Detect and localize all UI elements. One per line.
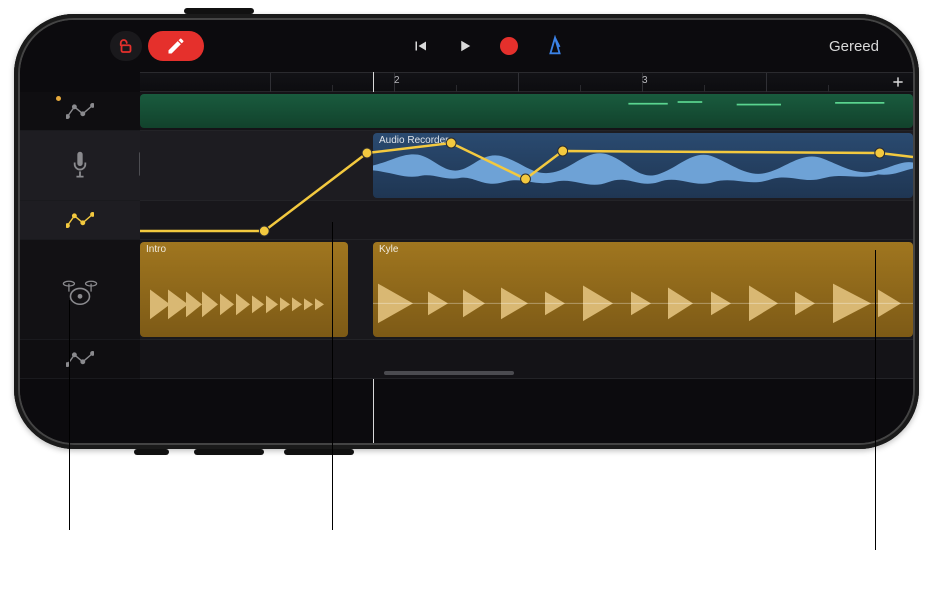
side-button bbox=[284, 449, 354, 455]
drum-region[interactable]: Kyle bbox=[373, 242, 913, 337]
add-track-button[interactable] bbox=[887, 72, 909, 92]
pencil-icon bbox=[166, 36, 186, 56]
track-automation-toggle[interactable] bbox=[20, 92, 140, 131]
side-button bbox=[134, 449, 169, 455]
automation-icon bbox=[66, 349, 94, 369]
plus-icon bbox=[891, 75, 905, 89]
drum-hits bbox=[373, 242, 913, 337]
callout-line bbox=[69, 300, 70, 530]
side-button bbox=[184, 8, 254, 14]
transport bbox=[410, 26, 566, 66]
ruler-tick bbox=[270, 73, 271, 93]
automation-icon bbox=[66, 101, 94, 121]
drum-hits bbox=[140, 242, 348, 337]
ruler-label: 2 bbox=[394, 75, 400, 86]
metronome-button[interactable] bbox=[544, 35, 566, 57]
skip-back-icon bbox=[410, 37, 430, 55]
midi-notes bbox=[146, 96, 907, 126]
track-lanes: Audio Recorder Intro bbox=[140, 92, 913, 443]
track-automation-toggle[interactable] bbox=[20, 340, 140, 379]
audio-region[interactable]: Audio Recorder bbox=[373, 133, 913, 198]
ruler-tick bbox=[766, 73, 767, 93]
callout-line bbox=[875, 250, 876, 550]
metronome-icon bbox=[544, 35, 566, 57]
lock-button[interactable] bbox=[110, 31, 142, 61]
midi-region[interactable] bbox=[140, 94, 913, 128]
edit-button[interactable] bbox=[148, 31, 204, 61]
track-lane[interactable]: Intro bbox=[140, 240, 913, 340]
drum-region[interactable]: Intro bbox=[140, 242, 348, 337]
device-frame: Gereed 2 3 bbox=[14, 14, 919, 449]
automation-lane[interactable] bbox=[140, 201, 913, 240]
toolbar: Gereed bbox=[110, 26, 883, 66]
automation-icon bbox=[66, 210, 94, 230]
waveform bbox=[373, 133, 913, 198]
record-button[interactable] bbox=[500, 37, 518, 55]
side-button bbox=[194, 449, 264, 455]
screen: Gereed 2 3 bbox=[20, 20, 913, 443]
ruler-tick bbox=[518, 73, 519, 93]
callout-line bbox=[332, 222, 333, 530]
mic-icon bbox=[69, 150, 91, 182]
automation-lane[interactable] bbox=[140, 340, 913, 379]
track-header-audio[interactable] bbox=[20, 131, 140, 201]
track-header-drums[interactable] bbox=[20, 240, 140, 340]
done-label: Gereed bbox=[829, 38, 879, 55]
track-indicator bbox=[56, 96, 61, 101]
done-button[interactable]: Gereed bbox=[829, 26, 879, 66]
track-lane-selected[interactable]: Audio Recorder bbox=[140, 131, 913, 201]
play-button[interactable] bbox=[456, 37, 474, 55]
lock-open-icon bbox=[117, 37, 135, 55]
skip-back-button[interactable] bbox=[410, 37, 430, 55]
track-automation-toggle-active[interactable] bbox=[20, 201, 140, 240]
scroll-thumb[interactable] bbox=[384, 371, 514, 375]
track-lane[interactable] bbox=[140, 92, 913, 131]
play-icon bbox=[456, 37, 474, 55]
ruler-label: 3 bbox=[642, 75, 648, 86]
ruler[interactable]: 2 3 bbox=[140, 72, 913, 92]
track-headers bbox=[20, 92, 140, 379]
drumkit-icon bbox=[61, 274, 99, 306]
